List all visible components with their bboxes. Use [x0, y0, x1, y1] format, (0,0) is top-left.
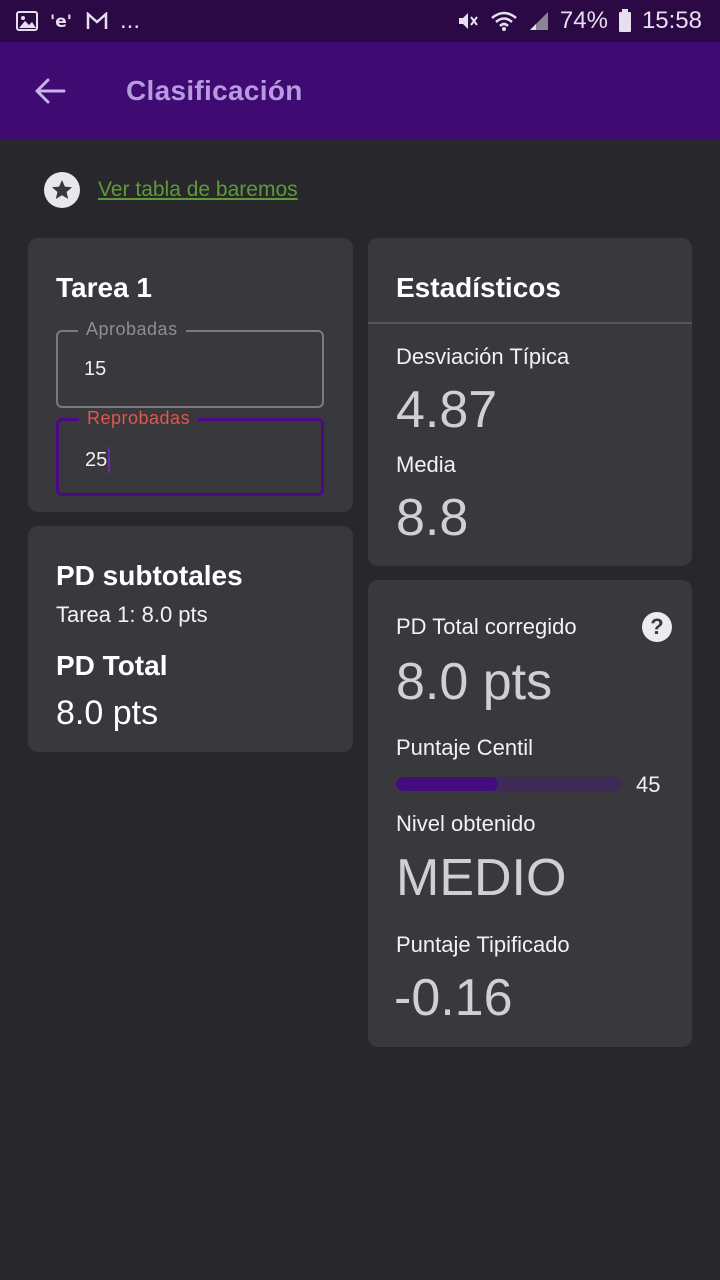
mute-icon: [456, 10, 480, 32]
result-card: PD Total corregido ? 8.0 pts Puntaje Cen…: [368, 580, 692, 1047]
image-icon: [16, 11, 38, 31]
reprobadas-field[interactable]: Reprobadas 25: [56, 408, 324, 496]
reprobadas-label: Reprobadas: [79, 408, 199, 429]
baremos-link-row[interactable]: Ver tabla de baremos: [44, 170, 298, 210]
nivel-value: MEDIO: [396, 849, 567, 907]
back-button[interactable]: [20, 61, 80, 121]
aprobadas-value: 15: [84, 358, 107, 380]
nivel-label: Nivel obtenido: [396, 811, 536, 836]
centil-label: Puntaje Centil: [396, 735, 533, 760]
desviacion-label: Desviación Típica: [396, 344, 570, 369]
centil-progress: [396, 777, 622, 791]
tarea-title: Tarea 1: [56, 272, 152, 303]
page-title: Clasificación: [126, 75, 303, 106]
gmail-icon: [86, 12, 108, 30]
aprobadas-label: Aprobadas: [78, 319, 186, 340]
pd-corregido-label: PD Total corregido: [396, 614, 577, 639]
status-more: ...: [120, 7, 141, 34]
svg-text:'e': 'e': [50, 12, 72, 31]
app-bar: Clasificación: [0, 42, 720, 140]
media-label: Media: [396, 452, 456, 477]
status-bar-right: 74% 15:58: [456, 7, 702, 35]
status-time: 15:58: [641, 7, 702, 34]
aprobadas-field[interactable]: Aprobadas 15: [56, 319, 324, 408]
centil-value: 45: [636, 772, 661, 797]
help-icon[interactable]: ?: [642, 612, 672, 642]
pd-total-title: PD Total: [56, 650, 168, 681]
pd-subtotales-title: PD subtotales: [56, 560, 243, 591]
tipificado-value: -0.16: [394, 969, 513, 1027]
battery-icon: [618, 9, 632, 33]
pd-card: PD subtotales Tarea 1: 8.0 pts PD Total …: [28, 526, 353, 752]
centil-progress-fill: [396, 777, 498, 791]
baremos-link[interactable]: Ver tabla de baremos: [98, 178, 298, 202]
pd-subtotal-line: Tarea 1: 8.0 pts: [56, 602, 208, 627]
arrow-back-icon: [35, 78, 66, 104]
status-bar: 'e' ... 74% 15:58: [0, 0, 720, 42]
reprobadas-value: 25: [85, 448, 108, 471]
desviacion-value: 4.87: [396, 381, 498, 439]
media-value: 8.8: [396, 489, 469, 547]
stats-card: Estadísticos Desviación Típica 4.87 Medi…: [368, 238, 692, 566]
signal-icon: [528, 10, 550, 32]
tarea-card: Tarea 1 Aprobadas 15 Reprobadas 25: [28, 238, 353, 512]
stats-divider: [368, 322, 692, 324]
star-icon: [44, 172, 80, 208]
pd-corregido-value: 8.0 pts: [396, 653, 553, 711]
reprobadas-input[interactable]: 25: [85, 447, 111, 473]
text-caret: [108, 447, 111, 473]
pd-total-value: 8.0 pts: [56, 694, 159, 732]
wifi-icon: [490, 10, 518, 32]
eset-icon: 'e': [50, 11, 74, 31]
tipificado-label: Puntaje Tipificado: [396, 932, 570, 957]
stats-title: Estadísticos: [396, 272, 561, 303]
status-bar-left: 'e' ...: [16, 7, 140, 35]
battery-percent: 74%: [559, 7, 608, 34]
